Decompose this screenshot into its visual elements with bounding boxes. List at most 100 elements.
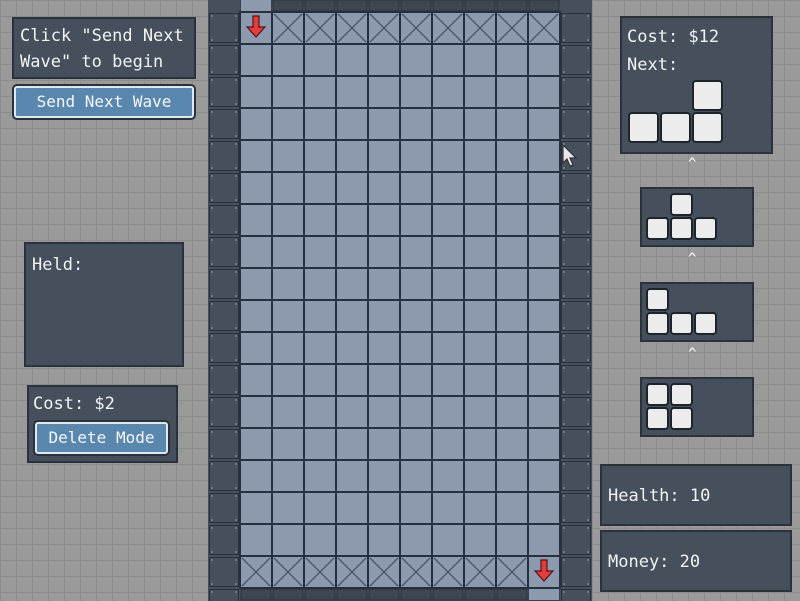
grid-cell[interactable] (303, 107, 337, 141)
grid-cell[interactable] (431, 171, 465, 205)
blocked-cell[interactable] (239, 555, 273, 589)
grid-cell[interactable] (431, 43, 465, 77)
grid-cell[interactable] (303, 43, 337, 77)
grid-cell[interactable] (303, 299, 337, 333)
grid-cell[interactable] (399, 107, 433, 141)
grid-cell[interactable] (271, 139, 305, 173)
grid-cell[interactable] (399, 75, 433, 109)
grid-cell[interactable] (239, 203, 273, 237)
grid-cell[interactable] (399, 171, 433, 205)
grid-cell[interactable] (335, 139, 369, 173)
grid-cell[interactable] (335, 363, 369, 397)
grid-cell[interactable] (271, 427, 305, 461)
grid-cell[interactable] (495, 523, 529, 557)
grid-cell[interactable] (527, 43, 561, 77)
grid-cell[interactable] (431, 427, 465, 461)
grid-cell[interactable] (271, 75, 305, 109)
grid-cell[interactable] (303, 427, 337, 461)
grid-cell[interactable] (431, 363, 465, 397)
grid-cell[interactable] (527, 427, 561, 461)
grid-cell[interactable] (271, 331, 305, 365)
grid-cell[interactable] (303, 523, 337, 557)
grid-cell[interactable] (431, 459, 465, 493)
grid-cell[interactable] (527, 331, 561, 365)
grid-cell[interactable] (463, 139, 497, 173)
grid-cell[interactable] (367, 267, 401, 301)
grid-cell[interactable] (239, 267, 273, 301)
grid-cell[interactable] (367, 107, 401, 141)
grid-cell[interactable] (527, 459, 561, 493)
grid-cell[interactable] (239, 395, 273, 429)
grid-cell[interactable] (495, 171, 529, 205)
grid-cell[interactable] (303, 267, 337, 301)
grid-cell[interactable] (303, 331, 337, 365)
grid-cell[interactable] (367, 363, 401, 397)
grid-cell[interactable] (495, 459, 529, 493)
grid-cell[interactable] (335, 235, 369, 269)
grid-cell[interactable] (271, 267, 305, 301)
blocked-cell[interactable] (271, 555, 305, 589)
grid-cell[interactable] (303, 75, 337, 109)
game-board[interactable] (208, 0, 592, 601)
grid-cell[interactable] (527, 395, 561, 429)
grid-cell[interactable] (239, 75, 273, 109)
grid-cell[interactable] (303, 203, 337, 237)
grid-cell[interactable] (463, 395, 497, 429)
grid-cell[interactable] (335, 459, 369, 493)
grid-cell[interactable] (335, 107, 369, 141)
grid-cell[interactable] (495, 331, 529, 365)
grid-cell[interactable] (495, 75, 529, 109)
grid-cell[interactable] (399, 523, 433, 557)
grid-cell[interactable] (495, 267, 529, 301)
grid-cell[interactable] (367, 43, 401, 77)
grid-cell[interactable] (463, 267, 497, 301)
grid-cell[interactable] (431, 235, 465, 269)
grid-cell[interactable] (367, 395, 401, 429)
grid-cell[interactable] (303, 363, 337, 397)
grid-cell[interactable] (399, 331, 433, 365)
grid-cell[interactable] (367, 523, 401, 557)
grid-cell[interactable] (399, 43, 433, 77)
grid-cell[interactable] (399, 299, 433, 333)
grid-cell[interactable] (239, 491, 273, 525)
grid-cell[interactable] (271, 171, 305, 205)
grid-cell[interactable] (335, 427, 369, 461)
grid-cell[interactable] (463, 459, 497, 493)
grid-cell[interactable] (527, 203, 561, 237)
grid-cell[interactable] (463, 171, 497, 205)
grid-cell[interactable] (527, 75, 561, 109)
grid-cell[interactable] (271, 43, 305, 77)
grid-cell[interactable] (463, 107, 497, 141)
blocked-cell[interactable] (495, 11, 529, 45)
grid-cell[interactable] (399, 203, 433, 237)
blocked-cell[interactable] (335, 555, 369, 589)
grid-cell[interactable] (527, 363, 561, 397)
grid-cell[interactable] (271, 107, 305, 141)
grid-cell[interactable] (399, 235, 433, 269)
grid-cell[interactable] (335, 491, 369, 525)
blocked-cell[interactable] (399, 555, 433, 589)
grid-cell[interactable] (367, 491, 401, 525)
blocked-cell[interactable] (431, 555, 465, 589)
grid-cell[interactable] (271, 363, 305, 397)
grid-cell[interactable] (303, 139, 337, 173)
delete-mode-button[interactable]: Delete Mode (35, 422, 168, 454)
grid-cell[interactable] (335, 267, 369, 301)
grid-cell[interactable] (367, 139, 401, 173)
grid-cell[interactable] (431, 299, 465, 333)
grid-cell[interactable] (399, 491, 433, 525)
grid-cell[interactable] (527, 139, 561, 173)
blocked-cell[interactable] (463, 11, 497, 45)
grid-cell[interactable] (527, 171, 561, 205)
grid-cell[interactable] (431, 107, 465, 141)
blocked-cell[interactable] (463, 555, 497, 589)
grid-cell[interactable] (239, 459, 273, 493)
send-next-wave-button[interactable]: Send Next Wave (14, 86, 194, 118)
grid-cell[interactable] (495, 107, 529, 141)
grid-cell[interactable] (463, 427, 497, 461)
grid-cell[interactable] (239, 235, 273, 269)
blocked-cell[interactable] (335, 11, 369, 45)
blocked-cell[interactable] (431, 11, 465, 45)
blocked-cell[interactable] (303, 555, 337, 589)
grid-cell[interactable] (271, 299, 305, 333)
